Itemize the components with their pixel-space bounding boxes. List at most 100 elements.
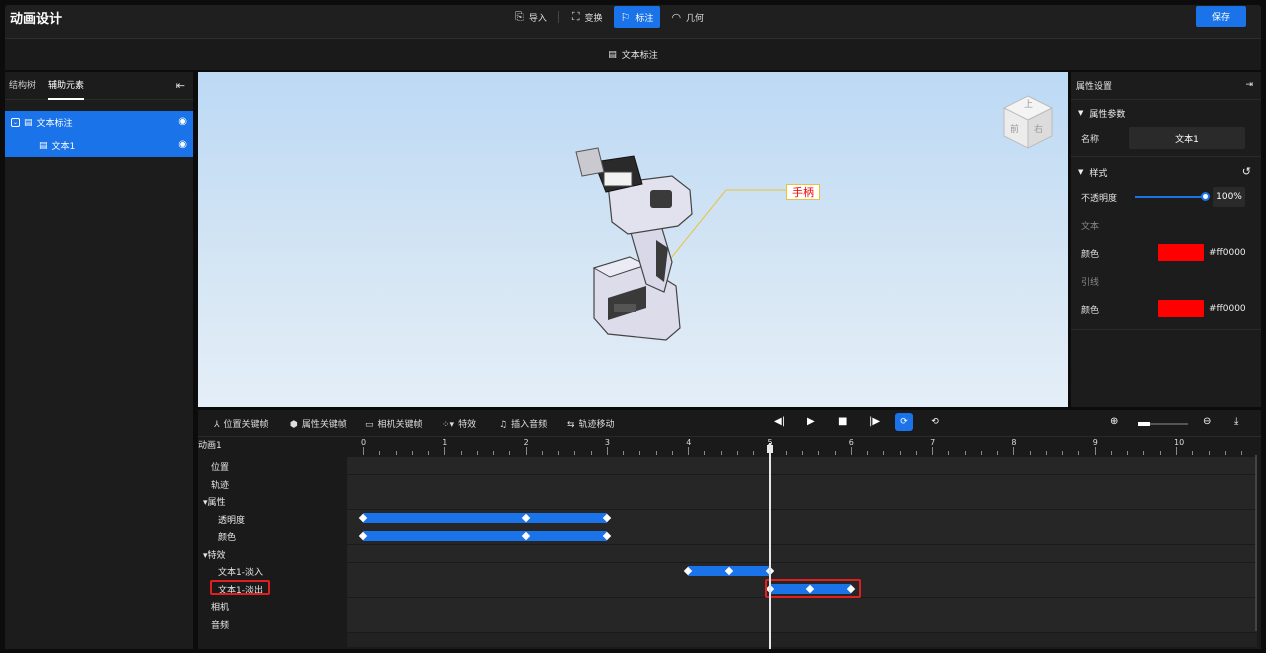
effects-button[interactable]: ⁘▾ 特效 [442,417,476,430]
track-row[interactable] [347,474,1257,492]
ruler-tick [411,451,413,455]
text-group-label: 文本 [1081,221,1100,232]
ruler-tick [850,447,852,455]
track-row[interactable] [347,457,1257,474]
tree-item-text-annotation[interactable]: ⌄ ▤ 文本标注 ◉ [5,111,193,134]
leader-color-label: 颜色 [1081,305,1100,316]
keyframe-bar[interactable] [363,530,607,541]
track-label-opacity[interactable]: 透明度 [218,513,245,526]
geometry-icon: ◠ [671,10,682,24]
save-button[interactable]: 保存 [1196,6,1246,27]
timeline-ruler[interactable]: 012345678910 [347,437,1257,455]
text-color-hex[interactable]: #ff0000 [1209,248,1246,258]
zoom-in-icon[interactable]: ⊕ [1110,416,1118,427]
ruler-tick [1143,451,1145,455]
app-title: 动画设计 [10,12,63,27]
loop-toggle-icon[interactable]: ⟳ [895,413,913,431]
track-row[interactable] [347,562,1257,580]
name-row: 名称 文本1 [1071,124,1261,152]
ruler-tick [867,451,869,455]
leader-color-hex[interactable]: #ff0000 [1209,304,1246,314]
property-keyframe-button[interactable]: ⬢ 属性关键帧 [290,417,347,430]
style-section-toggle[interactable]: ▼ 样式 ↺ [1071,161,1261,183]
leader-color-swatch[interactable] [1158,300,1204,317]
zoom-out-icon[interactable]: ⊖ [1203,416,1211,427]
step-forward-icon[interactable]: |▶ [869,416,880,427]
opacity-label: 不透明度 [1081,193,1118,204]
visibility-eye-icon[interactable]: ◉ [178,139,187,150]
loop-once-icon[interactable]: ⟲ [926,413,944,431]
text-annotation-icon: ▤ [24,117,33,128]
name-label: 名称 [1081,134,1100,145]
text-color-swatch[interactable] [1158,244,1204,261]
text-color-row: 颜色 #ff0000 [1071,239,1261,267]
camera-keyframe-icon: ▭ [365,420,374,430]
track-label-position[interactable]: 位置 [211,460,229,473]
name-input[interactable]: 文本1 [1129,127,1245,149]
tab-geometry[interactable]: ◠ 几何 [664,6,711,28]
visibility-eye-icon[interactable]: ◉ [178,116,187,127]
tab-structure-tree[interactable]: 结构树 [9,72,36,100]
opacity-slider-thumb[interactable] [1201,192,1210,201]
download-icon[interactable]: ⤓ [1234,416,1238,427]
property-keyframe-icon: ⬢ [290,420,298,430]
tab-auxiliary-elements[interactable]: 辅助元素 [48,72,85,100]
tree-item-text1[interactable]: ▤ 文本1 ◉ [5,134,193,157]
ruler-tick [1062,451,1064,455]
track-label-effects[interactable]: ▾特效 [203,548,226,561]
camera-keyframe-button[interactable]: ▭ 相机关键帧 [365,417,423,430]
play-icon[interactable]: ▶ [807,416,815,427]
position-keyframe-button[interactable]: ⅄ 位置关键帧 [214,417,269,430]
ruler-tick [541,451,543,455]
timeline-scrollbar[interactable] [1255,455,1257,631]
ruler-tick [899,451,901,455]
track-label-audio[interactable]: 音频 [211,618,229,631]
playhead-handle[interactable] [766,445,773,453]
audio-icon: ♫ [499,420,508,430]
text-annotation-icon: ▤ [608,49,617,60]
opacity-slider-track[interactable] [1135,196,1205,198]
opacity-input[interactable]: 100% [1213,187,1245,207]
track-label-path[interactable]: 轨迹 [211,478,229,491]
collapse-left-icon[interactable]: ⇤ [176,79,185,92]
tab-import[interactable]: ⎘ 导入 [508,6,554,28]
ruler-tick [606,447,608,455]
ruler-tick [395,451,397,455]
collapse-right-icon[interactable]: ⇥ [1245,80,1253,90]
track-label-camera[interactable]: 相机 [211,600,229,613]
track-row[interactable] [347,492,1257,510]
mode-tabs: ⎘ 导入 ⛶ 变换 ⚐ 标注 ◠ 几何 [508,6,715,28]
stop-icon[interactable]: ■ [838,416,847,427]
text-annotation-icon: ▤ [39,140,48,151]
timeline-zoom-thumb[interactable] [1138,422,1150,426]
path-move-button[interactable]: ⇆ 轨迹移动 [567,417,615,430]
track-row[interactable] [347,597,1257,615]
expand-toggle-icon[interactable]: ⌄ [11,118,20,127]
annotation-label[interactable]: 手柄 [786,184,820,200]
ruler-tick [883,451,885,455]
ruler-tick [736,451,738,455]
tab-transform[interactable]: ⛶ 变换 [565,6,610,28]
track-label-properties[interactable]: ▾属性 [203,495,226,508]
ruler-label: 0 [361,438,367,447]
viewcube-right-label: 右 [1034,125,1044,135]
tab-annotation[interactable]: ⚐ 标注 [613,6,661,28]
track-label-fade-in[interactable]: 文本1-淡入 [218,565,263,578]
step-back-icon[interactable]: ◀| [774,416,785,427]
track-label-color[interactable]: 颜色 [218,530,236,543]
ruler-tick [785,451,787,455]
3d-viewport[interactable]: 手柄 上 前 右 [198,72,1068,407]
ruler-tick [1110,451,1112,455]
timeline-track-area[interactable]: 012345678910 [347,437,1257,649]
playhead[interactable] [768,443,771,649]
params-section-toggle[interactable]: ▼ 属性参数 [1071,102,1261,124]
keyframe-bar[interactable] [363,513,607,524]
divider [1071,329,1261,330]
track-row[interactable] [347,615,1257,633]
drill-model [575,147,788,341]
insert-audio-button[interactable]: ♫ 插入音频 [499,417,547,430]
ruler-tick [1241,451,1243,455]
track-row[interactable] [347,545,1257,562]
text-annotation-tool[interactable]: ▤ 文本标注 [608,48,658,62]
reset-icon[interactable]: ↺ [1242,165,1251,178]
